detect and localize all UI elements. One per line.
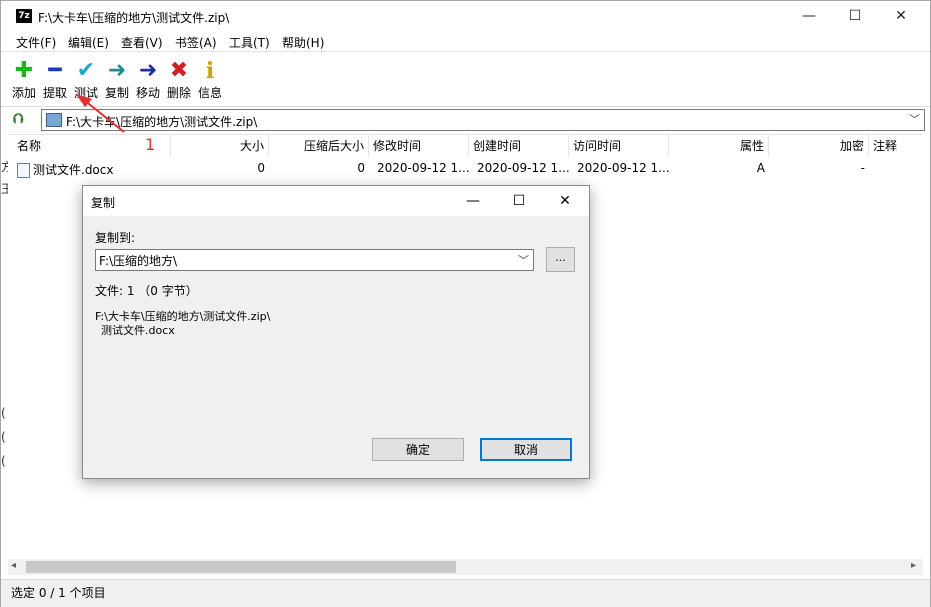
copy-dialog: 复制 — ☐ ✕ 复制到: F:\压缩的地方\ ﹀ ... 文件: 1 （0 字… <box>82 185 590 479</box>
chevron-down-icon[interactable]: ﹀ <box>518 252 529 268</box>
destination-path: F:\压缩的地方\ <box>99 254 178 268</box>
dialog-title-bar: 复制 — ☐ ✕ <box>83 186 589 216</box>
copy-to-label: 复制到: <box>95 231 136 245</box>
dialog-title: 复制 <box>91 196 116 210</box>
dialog-close-button[interactable]: ✕ <box>542 186 588 216</box>
dialog-minimize-button[interactable]: — <box>450 186 496 216</box>
annotation-arrow-1 <box>76 94 125 133</box>
cancel-button[interactable]: 取消 <box>480 438 572 461</box>
files-info: 文件: 1 （0 字节） <box>95 284 198 298</box>
dialog-maximize-button[interactable]: ☐ <box>496 186 542 216</box>
destination-combobox[interactable]: F:\压缩的地方\ ﹀ <box>95 249 534 271</box>
source-file: 测试文件.docx <box>101 324 175 337</box>
ok-button[interactable]: 确定 <box>372 438 464 461</box>
annotation-number-1: 1 <box>145 135 156 154</box>
browse-button[interactable]: ... <box>546 247 575 272</box>
